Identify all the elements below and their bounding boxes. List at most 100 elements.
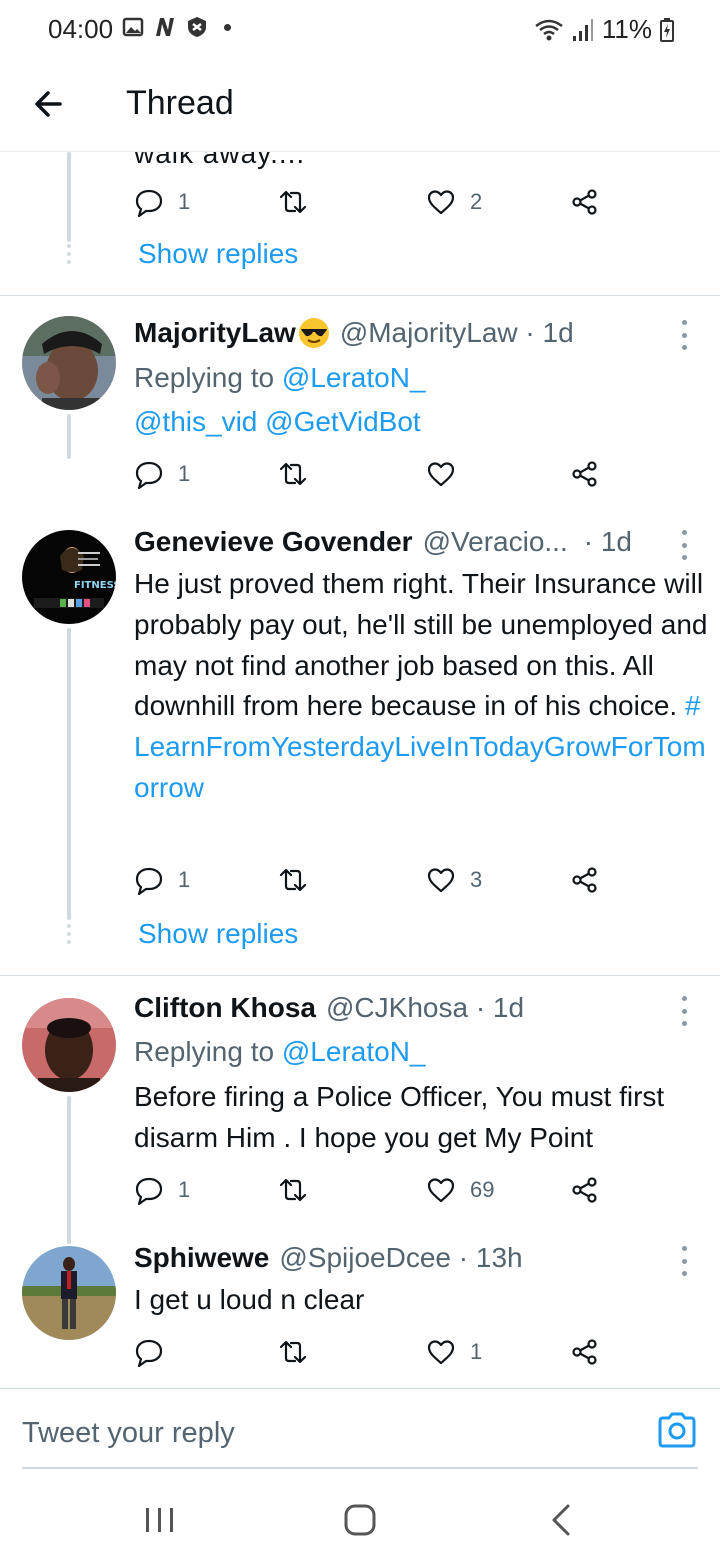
like-button[interactable] [426,454,470,494]
reply-button[interactable]: 1 [134,182,190,222]
back-arrow-icon[interactable] [30,84,70,124]
avatar-majoritylaw[interactable] [22,316,116,410]
battery-percent: 11% [601,14,652,44]
reply-count: 1 [178,1177,191,1202]
show-replies-link[interactable]: Show replies [138,918,298,950]
camera-icon[interactable] [656,1411,698,1449]
reply-icon [135,1177,163,1205]
replying-to-mention[interactable]: @LeratoN_ [282,1036,426,1067]
like-count: 3 [470,867,483,892]
divider [0,975,720,976]
reply-button[interactable] [134,1332,178,1372]
display-name[interactable]: Sphiwewe [134,1242,269,1274]
more-options-icon[interactable] [680,530,688,560]
wifi-icon [534,18,564,42]
reply-count: 1 [178,867,191,892]
retweet-button[interactable] [278,1332,322,1372]
thread-feed[interactable]: walk away.... 1 2 Show replies MajorityL… [0,152,720,1387]
display-name[interactable]: MajorityLaw [134,317,296,349]
reply-icon [135,867,163,895]
retweet-icon [279,1178,307,1202]
heart-icon [427,462,455,487]
share-button[interactable] [570,182,600,222]
tweet-body: He just proved them right. Their Insuran… [134,568,708,722]
retweet-icon [279,868,307,892]
back-icon[interactable] [542,1500,582,1540]
retweet-icon [279,1340,307,1364]
reply-count: 1 [178,189,191,214]
display-name[interactable]: Clifton Khosa [134,992,316,1024]
share-button[interactable] [570,1170,600,1210]
tweet-actions: 1 [134,454,614,494]
thread-line [67,414,71,459]
like-count: 2 [470,189,483,214]
retweet-button[interactable] [278,1170,322,1210]
gallery-icon [122,16,144,38]
status-bar: 04:00 11% [0,0,720,60]
divider [0,295,720,296]
replying-to-mention[interactable]: @LeratoN_ [282,362,426,393]
avatar-sphiwewe[interactable] [22,1246,116,1340]
retweet-button[interactable] [278,182,322,222]
handle-and-time: @CJKhosa · 1d [326,992,525,1023]
thread-line [67,1096,71,1244]
status-time: 04:00 [48,14,114,44]
share-icon [572,189,597,215]
more-options-icon[interactable] [680,320,688,350]
tweet-text: I get u loud n clear [134,1284,365,1315]
reply-input-underline [22,1467,698,1469]
thread-line [67,152,71,242]
show-replies-link[interactable]: Show replies [138,238,298,270]
avatar-clifton[interactable] [22,998,116,1092]
notification-dot-icon [224,23,231,31]
heart-icon [427,1340,455,1365]
retweet-button[interactable] [278,860,322,900]
tweet-actions: 1 69 [134,1170,614,1210]
like-button[interactable]: 3 [426,860,482,900]
tweet-text: He just proved them right. Their Insuran… [134,564,709,809]
like-count: 1 [470,1339,483,1364]
like-button[interactable]: 2 [426,182,482,222]
svg-text:FITNESS: FITNESS [74,580,116,591]
tweet-header: Sphiwewe @SpijoeDcee · 13h [134,1242,523,1274]
share-button[interactable] [570,860,600,900]
recent-apps-icon[interactable] [140,1500,180,1540]
reply-icon [135,461,163,489]
battery-icon [660,17,674,42]
reply-button[interactable]: 1 [134,454,190,494]
handle: @Veracio... [422,526,568,557]
share-button[interactable] [570,454,600,494]
share-icon [572,1339,597,1365]
handle-and-time: @SpijoeDcee · 13h [279,1242,523,1273]
share-icon [572,461,597,487]
shield-icon [186,16,208,38]
tweet-header: MajorityLaw @MajorityLaw · 1d [134,317,574,349]
home-icon[interactable] [340,1500,380,1540]
more-options-icon[interactable] [680,1246,688,1276]
tweet-header: Genevieve Govender @Veracio... · 1d [134,526,632,558]
reply-count: 1 [178,461,191,486]
tweet-actions: 1 3 [134,860,614,900]
retweet-icon [279,462,307,486]
reply-button[interactable]: 1 [134,860,190,900]
avatar-genevieve[interactable]: FITNESS [22,530,116,624]
reply-button[interactable]: 1 [134,1170,190,1210]
replying-prefix: Replying to [134,362,282,393]
heart-icon [427,868,455,893]
display-name[interactable]: Genevieve Govender [134,526,413,558]
like-count: 69 [470,1177,495,1202]
heart-icon [427,190,455,215]
share-icon [572,867,597,893]
retweet-button[interactable] [278,454,322,494]
tweet-time: · 1d [583,526,632,557]
reply-icon [135,1339,163,1367]
share-button[interactable] [570,1332,600,1372]
like-button[interactable]: 1 [426,1332,482,1372]
more-options-icon[interactable] [680,996,688,1026]
like-button[interactable]: 69 [426,1170,494,1210]
tweet-reply-input[interactable]: Tweet your reply [22,1417,235,1450]
tweet-mentions[interactable]: @this_vid @GetVidBot [134,406,421,438]
thread-line [67,628,71,920]
tweet-header: Clifton Khosa @CJKhosa · 1d [134,992,524,1024]
reply-icon [135,189,163,217]
